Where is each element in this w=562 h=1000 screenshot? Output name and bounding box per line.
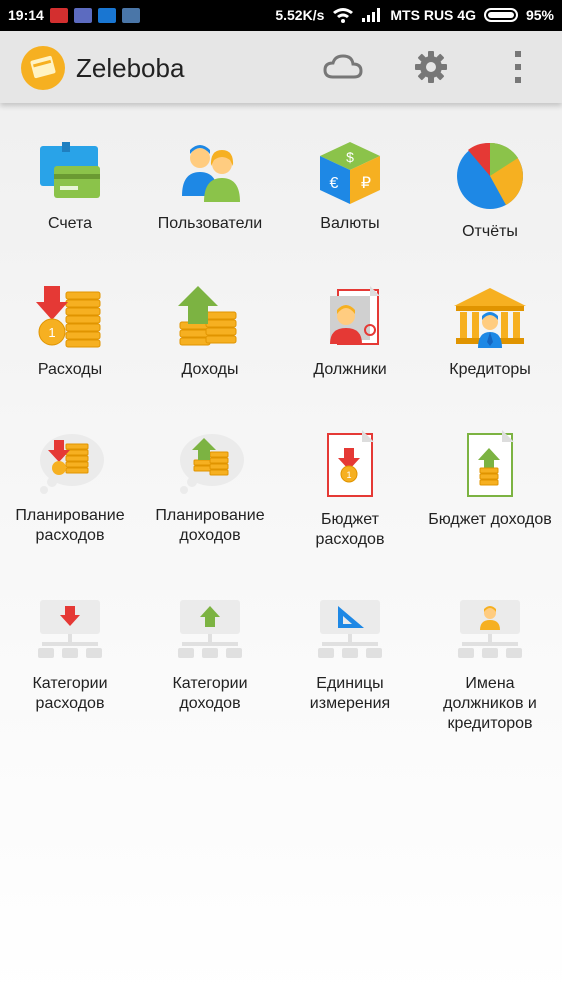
tile-label: Валюты bbox=[320, 215, 380, 232]
users-icon bbox=[182, 145, 240, 202]
tile-expense-categories[interactable]: Категории расходов bbox=[0, 598, 140, 714]
svg-text:$: $ bbox=[346, 149, 354, 165]
status-time: 19:14 bbox=[8, 7, 44, 23]
tile-accounts[interactable]: Счета bbox=[0, 140, 140, 234]
tile-label: Имена должников и кредиторов bbox=[443, 675, 537, 732]
tile-income-categories[interactable]: Категории доходов bbox=[140, 598, 280, 714]
signal-icon bbox=[362, 8, 381, 22]
cloud-icon bbox=[323, 54, 363, 79]
tile-units[interactable]: Единицы измерения bbox=[280, 598, 420, 714]
carrier-name: MTS RUS 4G bbox=[390, 7, 476, 23]
tile-label: Единицы измерения bbox=[309, 675, 391, 712]
tile-budget-expenses[interactable]: 1 Бюджет расходов bbox=[280, 430, 420, 550]
tile-label: Бюджет доходов bbox=[428, 511, 552, 528]
tile-income[interactable]: Доходы bbox=[140, 286, 280, 380]
tile-expenses[interactable]: 1 Расходы bbox=[0, 286, 140, 380]
tile-debtors[interactable]: Должники bbox=[280, 286, 420, 380]
tile-label: Планирование доходов bbox=[155, 507, 265, 544]
tile-label: Бюджет расходов bbox=[315, 511, 385, 548]
income-icon bbox=[178, 286, 237, 346]
tile-plan-income[interactable]: Планирование доходов bbox=[140, 430, 280, 546]
plan-income-icon bbox=[180, 434, 244, 494]
gmail-icon bbox=[49, 7, 68, 23]
names-icon bbox=[458, 600, 522, 658]
vk-icon bbox=[121, 7, 140, 23]
tile-label: Счета bbox=[47, 215, 93, 232]
settings-button[interactable] bbox=[411, 49, 451, 85]
debtors-icon bbox=[330, 286, 380, 345]
tile-plan-expenses[interactable]: Планирование расходов bbox=[0, 430, 140, 546]
tile-label: Отчёты bbox=[462, 223, 518, 240]
tile-users[interactable]: Пользователи bbox=[140, 140, 280, 234]
overflow-menu-button[interactable] bbox=[498, 49, 538, 85]
app-title: Zeleboba bbox=[76, 53, 185, 83]
plan-expenses-icon bbox=[40, 434, 104, 494]
income-categories-icon bbox=[178, 600, 242, 658]
app-bar: Zeleboba bbox=[0, 31, 562, 103]
svg-text:₽: ₽ bbox=[361, 173, 371, 192]
app-notification-icon bbox=[73, 7, 92, 23]
battery-level: 95% bbox=[525, 7, 554, 23]
settings-icon bbox=[415, 51, 447, 83]
tile-label: Пользователи bbox=[157, 215, 263, 232]
units-icon bbox=[318, 600, 382, 658]
tile-label: Расходы bbox=[37, 361, 103, 378]
budget-income-icon bbox=[467, 430, 514, 497]
app-logo-icon bbox=[21, 46, 65, 90]
store-icon bbox=[97, 7, 116, 23]
cloud-sync-button[interactable] bbox=[323, 49, 363, 85]
budget-expenses-icon: 1 bbox=[327, 430, 374, 497]
tile-names[interactable]: Имена должников и кредиторов bbox=[420, 598, 560, 734]
creditors-icon bbox=[454, 288, 526, 348]
reports-pie-icon bbox=[457, 142, 524, 209]
tile-label: Категории доходов bbox=[172, 675, 248, 712]
tile-reports[interactable]: Отчёты bbox=[420, 140, 560, 242]
tile-budget-income[interactable]: Бюджет доходов bbox=[420, 430, 560, 530]
tile-label: Кредиторы bbox=[449, 361, 531, 378]
expenses-icon: 1 bbox=[36, 286, 101, 348]
currencies-icon: $ € ₽ bbox=[320, 142, 380, 204]
svg-text:1: 1 bbox=[48, 325, 55, 340]
svg-text:€: € bbox=[330, 175, 339, 192]
tile-currencies[interactable]: $ € ₽ Валюты bbox=[280, 140, 420, 234]
battery-icon bbox=[483, 8, 518, 22]
tile-label: Должники bbox=[313, 361, 387, 378]
wifi-icon bbox=[333, 8, 354, 23]
svg-text:1: 1 bbox=[346, 470, 351, 480]
tile-label: Доходы bbox=[181, 361, 239, 378]
accounts-icon bbox=[40, 142, 100, 198]
tile-label: Планирование расходов bbox=[15, 507, 125, 544]
network-speed: 5.52K/s bbox=[275, 7, 325, 23]
tile-creditors[interactable]: Кредиторы bbox=[420, 286, 560, 380]
tile-label: Категории расходов bbox=[32, 675, 108, 712]
status-bar: 19:14 5.52K/s MTS RUS 4G 95% bbox=[0, 0, 562, 31]
expense-categories-icon bbox=[38, 600, 102, 658]
more-vert-icon bbox=[515, 51, 521, 83]
